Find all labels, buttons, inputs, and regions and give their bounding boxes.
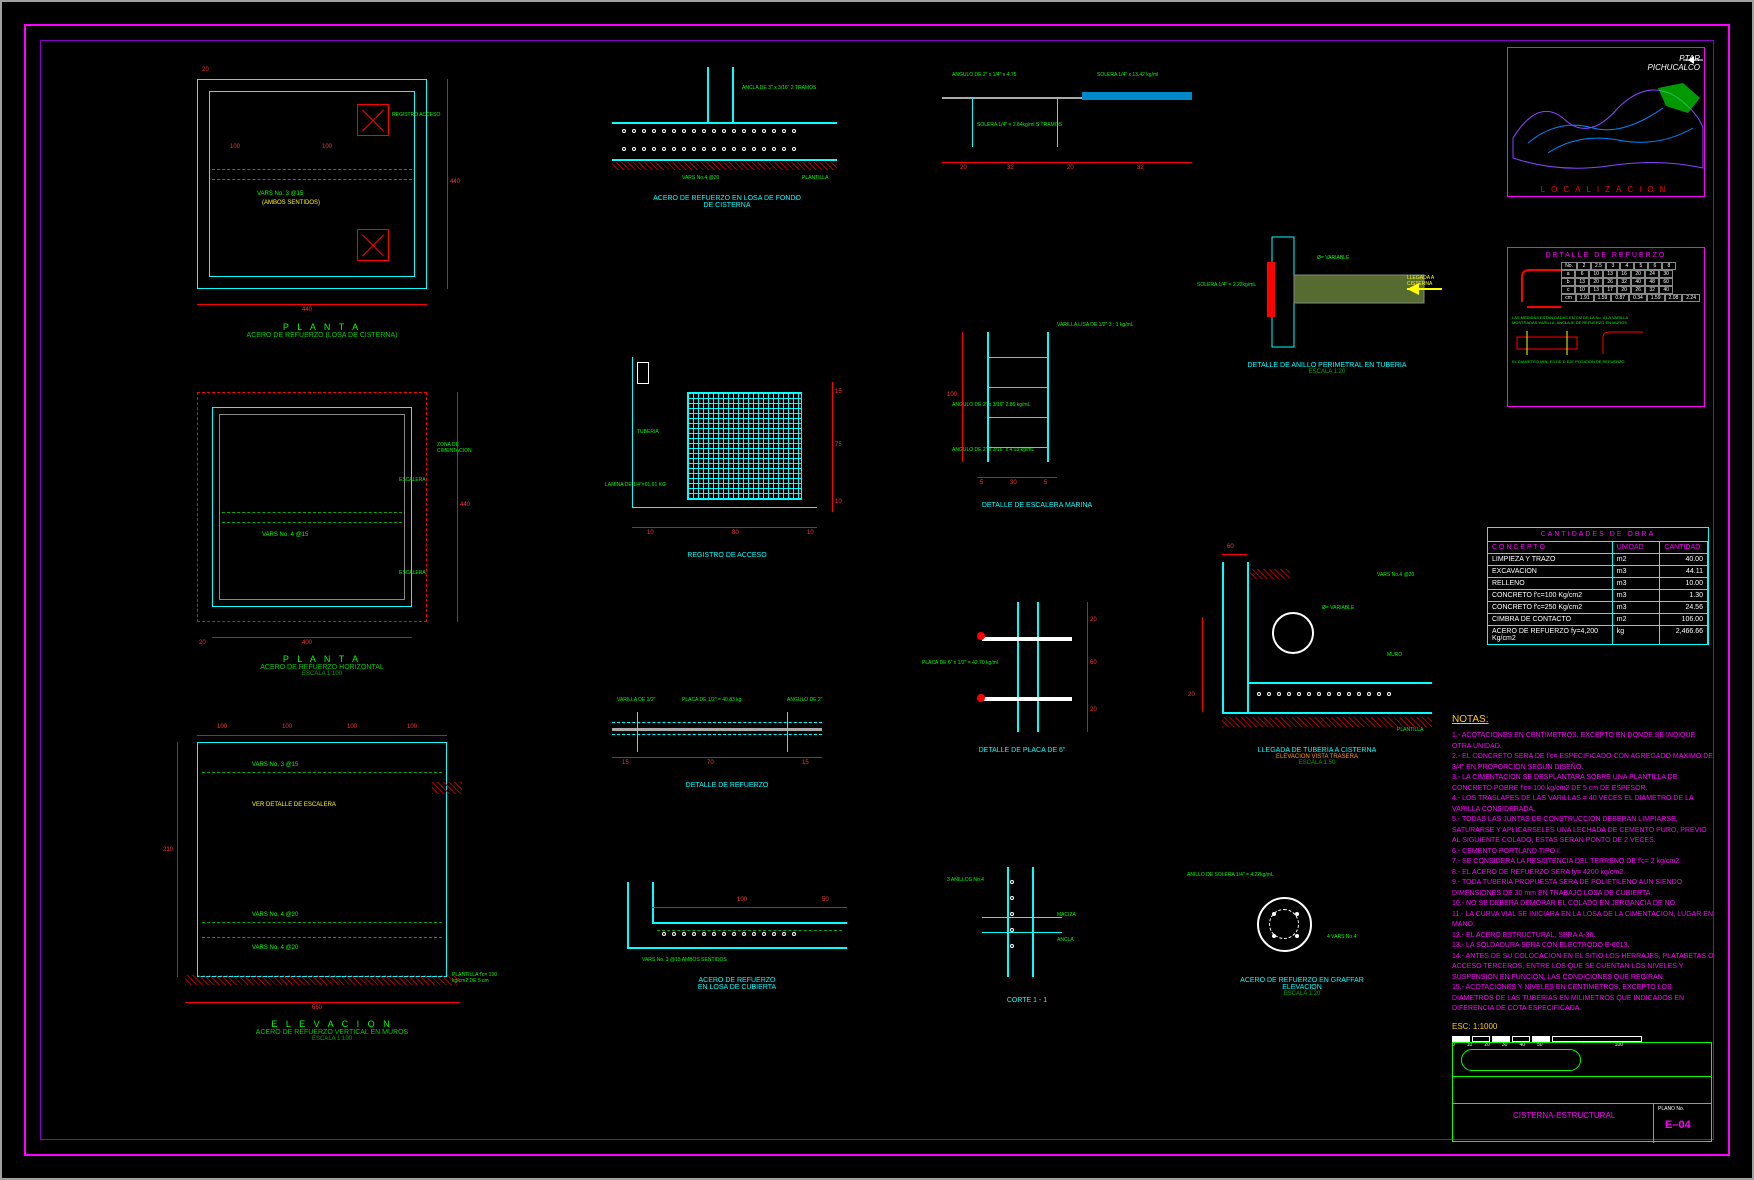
table-cantidades: CANTIDADES DE OBRA C O N C E P T O UNIDA… xyxy=(1487,527,1709,645)
drawing-sheet: PTARPICHUCALCO LOCALIZACION 100 100 VARS… xyxy=(0,0,1754,1180)
detail-resumen: VARILLA DE 1/2" PLACA DE 1/2" = 40.83 kg… xyxy=(587,692,867,812)
detail-corte: 3 ANILLOS No.4 MACIZA ANCLA CORTE 1 - 1 xyxy=(937,862,1117,1042)
notas-block: NOTAS: 1.- ACOTACIONES EN CENTIMETROS, E… xyxy=(1452,712,1714,1049)
elevacion: 100 100 100 100 VARS No. 3 @15 VER DETAL… xyxy=(157,727,507,1057)
map-title: LOCALIZACION xyxy=(1508,185,1704,194)
planta2-title: P L A N T A xyxy=(157,654,487,664)
location-map: PTARPICHUCALCO LOCALIZACION xyxy=(1507,47,1705,197)
detail-refuerzo-table: DETALLE DE REFUERZO No.22.534568 a610131… xyxy=(1507,247,1705,407)
detail-angulo: ANGULO DE 2" x 1/4" x 4.75 SOLERA 1/4" x… xyxy=(942,72,1202,192)
detail-graffar: ANILLO DE SOLERA 1/4" = 4.22kg/mL 4 VARS… xyxy=(1187,872,1417,1052)
detail-anillo: SOLERA 1/4" = 2.22kg/mL Ø= VARIABLE LLEG… xyxy=(1197,227,1457,397)
planta1-subtitle: ACERO DE REFUERZO (LOSA DE CISTERNA) xyxy=(157,332,487,339)
planta1-title: P L A N T A xyxy=(157,322,487,332)
detail-llegada: Ø= VARIABLE VARS No.4 @20 PLANTILLA MURO… xyxy=(1172,557,1462,792)
planta-horizontal: ZONA DE CIMENTACION ESCALERA ESCALERA VA… xyxy=(157,382,487,682)
elev-title: E L E V A C I O N xyxy=(157,1019,507,1029)
planta-losa: 100 100 VARS No. 3 @15 (AMBOS SENTIDOS) … xyxy=(157,64,487,344)
detail-cubierta: VARS No. 3 @15 AMBOS SENTIDOS 100 50 ACE… xyxy=(597,872,877,1022)
detail-losa-fondo: ANCLA DE 3" x 3/16" 2 TRAMOS VARS No.4 @… xyxy=(587,67,867,242)
detail-escalera: VARILLA LISA DE 1/2" 3 : 1 kg/mL ANGULO … xyxy=(922,322,1152,552)
detail-registro: TUBERIA LAMINA DE 1/4"=61.61 KG 10 80 10… xyxy=(597,347,857,577)
title-block: CISTERNA-ESTRUCTURAL PLANO No. E–04 xyxy=(1452,1042,1712,1142)
map-ptar: PTARPICHUCALCO xyxy=(1648,54,1700,72)
detail-placa: PLACA DE 6" x 1/2" = 42.70 kg/ml 20 60 2… xyxy=(922,592,1122,782)
